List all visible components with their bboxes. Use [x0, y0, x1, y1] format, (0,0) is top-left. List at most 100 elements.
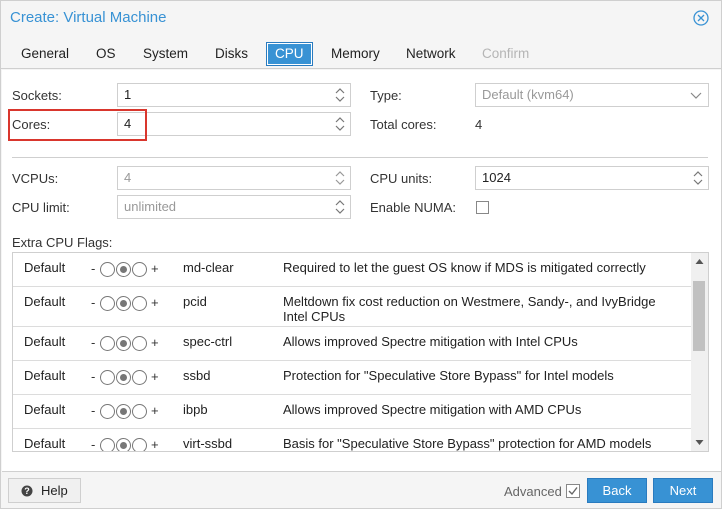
flag-on-radio[interactable] [132, 336, 147, 351]
flag-toggle: - + [91, 403, 161, 421]
dropdown-chevron-icon[interactable] [690, 90, 702, 100]
flag-state: Default [24, 260, 66, 275]
flag-description: Basis for "Speculative Store Bypass" pro… [283, 436, 652, 451]
vcpus-label: VCPUs: [12, 171, 59, 186]
cpu-limit-label: CPU limit: [12, 200, 70, 215]
flag-on-label: + [151, 295, 159, 310]
advanced-checkbox[interactable] [566, 484, 580, 498]
next-button[interactable]: Next [653, 478, 713, 503]
sockets-value: 1 [124, 87, 132, 102]
flag-on-label: + [151, 261, 159, 276]
type-select[interactable]: Default (kvm64) [475, 83, 709, 107]
flag-off-radio[interactable] [100, 262, 115, 277]
help-label: Help [41, 483, 68, 498]
flag-toggle: - + [91, 335, 161, 353]
flag-description: Required to let the guest OS know if MDS… [283, 260, 646, 275]
flag-state: Default [24, 334, 66, 349]
sockets-label: Sockets: [12, 88, 62, 103]
flag-state: Default [24, 402, 66, 417]
tab-system[interactable]: System [134, 42, 197, 66]
flag-default-radio[interactable] [116, 438, 131, 451]
flag-off-label: - [91, 261, 96, 276]
spinner-icon[interactable] [334, 86, 346, 104]
cpu-units-label: CPU units: [370, 171, 433, 186]
enable-numa-label: Enable NUMA: [370, 200, 456, 215]
flag-toggle: - + [91, 295, 161, 313]
flag-off-radio[interactable] [100, 404, 115, 419]
help-button[interactable]: ? Help [8, 478, 81, 503]
flag-toggle: - + [91, 261, 161, 279]
svg-text:?: ? [24, 486, 30, 496]
cpu-limit-field[interactable]: unlimited [117, 195, 351, 219]
create-vm-dialog: Create: Virtual Machine General OS Syste… [0, 0, 722, 509]
flag-off-radio[interactable] [100, 370, 115, 385]
flag-default-radio[interactable] [116, 296, 131, 311]
extra-flags-label: Extra CPU Flags: [12, 235, 113, 250]
flag-description: Allows improved Spectre mitigation with … [283, 402, 582, 417]
flag-on-radio[interactable] [132, 370, 147, 385]
flag-name: pcid [183, 294, 207, 309]
flag-name: md-clear [183, 260, 234, 275]
cpu-units-field[interactable]: 1024 [475, 166, 709, 190]
dialog-header: Create: Virtual Machine [1, 1, 721, 35]
divider [12, 157, 708, 158]
flag-off-radio[interactable] [100, 296, 115, 311]
flag-default-radio[interactable] [116, 336, 131, 351]
flag-default-radio[interactable] [116, 404, 131, 419]
vcpus-value: 4 [124, 170, 132, 185]
dialog-title: Create: Virtual Machine [10, 9, 167, 26]
tab-os[interactable]: OS [87, 42, 125, 66]
scroll-down-icon[interactable] [695, 438, 704, 447]
close-icon[interactable] [693, 10, 709, 26]
cpu-units-value: 1024 [482, 170, 511, 185]
advanced-label: Advanced [504, 484, 562, 499]
vcpus-field[interactable]: 4 [117, 166, 351, 190]
type-label: Type: [370, 88, 402, 103]
flag-on-radio[interactable] [132, 438, 147, 451]
flag-on-label: + [151, 335, 159, 350]
flag-off-radio[interactable] [100, 336, 115, 351]
flag-state: Default [24, 294, 66, 309]
flag-toggle: - + [91, 437, 161, 452]
scrollbar-thumb[interactable] [693, 281, 705, 351]
wizard-tabs: General OS System Disks CPU Memory Netwo… [1, 39, 721, 69]
flag-state: Default [24, 368, 66, 383]
flag-name: ibpb [183, 402, 208, 417]
flag-toggle: - + [91, 369, 161, 387]
flag-on-radio[interactable] [132, 296, 147, 311]
scroll-up-icon[interactable] [695, 257, 704, 266]
spinner-icon[interactable] [692, 169, 704, 187]
flag-on-radio[interactable] [132, 262, 147, 277]
flag-off-label: - [91, 295, 96, 310]
cores-field[interactable]: 4 [117, 112, 351, 136]
flag-off-radio[interactable] [100, 438, 115, 451]
tab-confirm: Confirm [482, 46, 530, 61]
spinner-icon[interactable] [334, 115, 346, 133]
table-row: Default - + ssbd Protection for "Specula… [13, 361, 691, 395]
enable-numa-checkbox[interactable] [476, 201, 489, 214]
tab-cpu[interactable]: CPU [266, 42, 313, 66]
sockets-field[interactable]: 1 [117, 83, 351, 107]
tab-network[interactable]: Network [397, 42, 465, 66]
flag-default-radio[interactable] [116, 370, 131, 385]
flag-default-radio[interactable] [116, 262, 131, 277]
flag-description: Meltdown fix cost reduction on Westmere,… [283, 294, 656, 324]
flag-on-label: + [151, 369, 159, 384]
cores-highlight-box [8, 109, 147, 141]
flag-on-label: + [151, 403, 159, 418]
table-row: Default - + md-clear Required to let the… [13, 253, 691, 287]
tab-general[interactable]: General [12, 42, 78, 66]
flag-on-label: + [151, 437, 159, 452]
flag-description: Protection for "Speculative Store Bypass… [283, 368, 614, 383]
spinner-icon[interactable] [334, 169, 346, 187]
flag-description: Allows improved Spectre mitigation with … [283, 334, 578, 349]
tab-memory[interactable]: Memory [322, 42, 389, 66]
help-icon: ? [21, 485, 33, 497]
flag-on-radio[interactable] [132, 404, 147, 419]
back-button[interactable]: Back [587, 478, 647, 503]
flag-off-label: - [91, 403, 96, 418]
tab-disks[interactable]: Disks [206, 42, 257, 66]
spinner-icon[interactable] [334, 198, 346, 216]
table-row: Default - + spec-ctrl Allows improved Sp… [13, 327, 691, 361]
flags-scrollbar[interactable] [691, 253, 708, 451]
